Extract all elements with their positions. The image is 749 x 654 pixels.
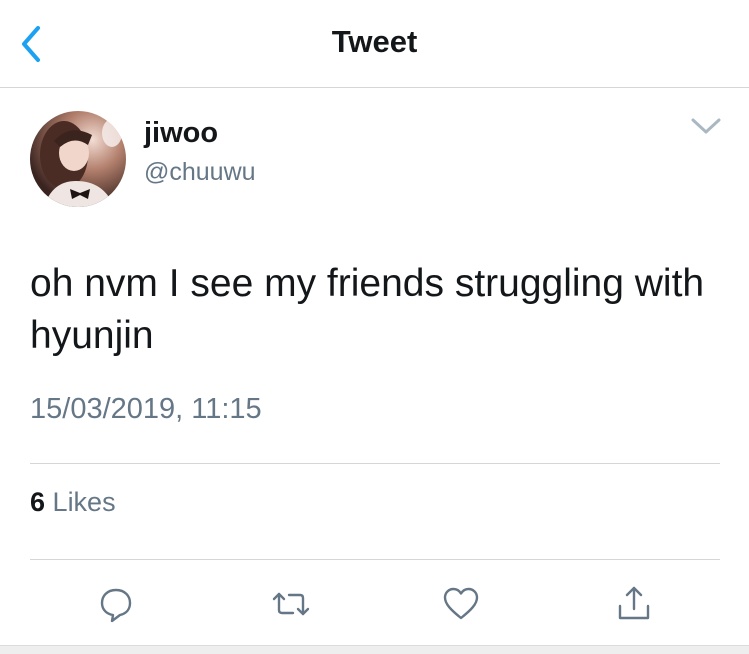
reply-icon xyxy=(100,588,132,623)
avatar[interactable] xyxy=(30,111,126,207)
retweet-button[interactable] xyxy=(271,584,311,624)
heart-icon xyxy=(443,587,479,620)
retweet-icon xyxy=(272,592,310,616)
chevron-down-icon xyxy=(691,118,721,134)
share-icon xyxy=(618,586,650,620)
reply-button[interactable] xyxy=(96,584,136,624)
tweet-menu-button[interactable] xyxy=(689,114,723,138)
likes-label: Likes xyxy=(52,487,116,517)
tweet-timestamp: 15/03/2019, 11:15 xyxy=(30,393,262,425)
page-title: Tweet xyxy=(331,24,418,59)
tweet-text: oh nvm I see my friends struggling with … xyxy=(30,262,705,357)
navigation-bar: Tweet xyxy=(0,0,749,88)
like-button[interactable] xyxy=(441,584,481,624)
share-button[interactable] xyxy=(614,584,654,624)
likes-row[interactable]: 6 Likes xyxy=(30,487,116,518)
divider xyxy=(30,559,720,560)
author-handle[interactable]: @chuuwu xyxy=(144,158,256,187)
author-display-name[interactable]: jiwoo xyxy=(144,117,218,150)
divider xyxy=(30,463,720,464)
profile-photo xyxy=(30,111,126,207)
likes-count: 6 xyxy=(30,487,46,517)
